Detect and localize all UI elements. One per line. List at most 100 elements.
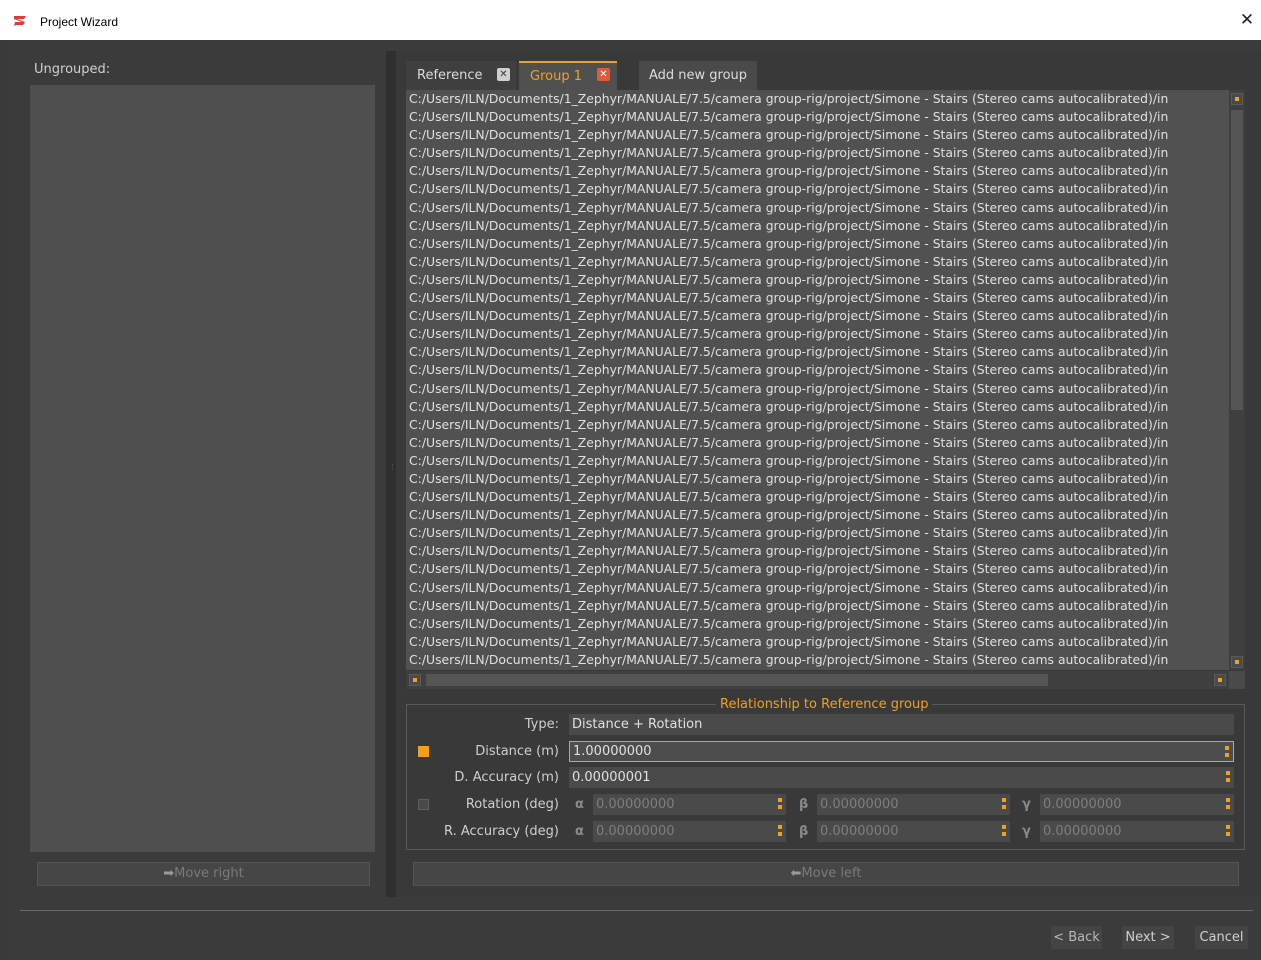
- file-list-row[interactable]: C:/Users/ILN/Documents/1_Zephyr/MANUALE/…: [406, 180, 1229, 198]
- alpha-label: α: [575, 797, 584, 812]
- splitter-grip-icon: ⋮⋮: [389, 464, 403, 483]
- d-accuracy-label: D. Accuracy (m): [454, 770, 559, 785]
- spinner-icon[interactable]: [1226, 825, 1230, 837]
- scroll-corner: [1229, 671, 1245, 689]
- spinner-icon[interactable]: [778, 825, 782, 837]
- file-list-row[interactable]: C:/Users/ILN/Documents/1_Zephyr/MANUALE/…: [406, 162, 1229, 180]
- file-list-row[interactable]: C:/Users/ILN/Documents/1_Zephyr/MANUALE/…: [406, 452, 1229, 470]
- r-accuracy-alpha-spinbox[interactable]: 0.00000000: [593, 821, 786, 842]
- close-window-button[interactable]: ✕: [1239, 10, 1255, 30]
- spinner-icon[interactable]: [1002, 798, 1006, 810]
- footer-separator: [20, 910, 1253, 911]
- cancel-button[interactable]: Cancel: [1195, 926, 1248, 949]
- file-list-row[interactable]: C:/Users/ILN/Documents/1_Zephyr/MANUALE/…: [406, 144, 1229, 162]
- file-list-row[interactable]: C:/Users/ILN/Documents/1_Zephyr/MANUALE/…: [406, 597, 1229, 615]
- file-list-row[interactable]: C:/Users/ILN/Documents/1_Zephyr/MANUALE/…: [406, 325, 1229, 343]
- file-list-row[interactable]: C:/Users/ILN/Documents/1_Zephyr/MANUALE/…: [406, 289, 1229, 307]
- rotation-beta-spinbox[interactable]: 0.00000000: [817, 794, 1010, 815]
- arrow-right-icon: ➡: [163, 866, 175, 881]
- rotation-label: Rotation (deg): [465, 797, 559, 812]
- scroll-down-icon[interactable]: [1231, 656, 1243, 668]
- distance-value: 1.00000000: [573, 744, 652, 759]
- d-accuracy-spinbox[interactable]: 0.00000001: [569, 767, 1234, 788]
- r-accuracy-gamma-value: 0.00000000: [1043, 824, 1122, 839]
- file-list-row[interactable]: C:/Users/ILN/Documents/1_Zephyr/MANUALE/…: [406, 199, 1229, 217]
- group-file-list[interactable]: C:/Users/ILN/Documents/1_Zephyr/MANUALE/…: [406, 90, 1229, 670]
- file-list-row[interactable]: C:/Users/ILN/Documents/1_Zephyr/MANUALE/…: [406, 434, 1229, 452]
- file-list-row[interactable]: C:/Users/ILN/Documents/1_Zephyr/MANUALE/…: [406, 398, 1229, 416]
- rotation-gamma-value: 0.00000000: [1043, 797, 1122, 812]
- file-list-row[interactable]: C:/Users/ILN/Documents/1_Zephyr/MANUALE/…: [406, 343, 1229, 361]
- file-list-row[interactable]: C:/Users/ILN/Documents/1_Zephyr/MANUALE/…: [406, 579, 1229, 597]
- vertical-scroll-thumb[interactable]: [1231, 110, 1243, 410]
- tab-reference-label: Reference: [417, 68, 483, 83]
- file-list-row[interactable]: C:/Users/ILN/Documents/1_Zephyr/MANUALE/…: [406, 633, 1229, 651]
- title-bar: Project Wizard ✕: [0, 0, 1261, 40]
- relationship-title: Relationship to Reference group: [716, 697, 933, 713]
- spinner-icon[interactable]: [1226, 798, 1230, 810]
- close-tab-icon[interactable]: ✕: [497, 68, 510, 81]
- file-list-row[interactable]: C:/Users/ILN/Documents/1_Zephyr/MANUALE/…: [406, 235, 1229, 253]
- file-list-row[interactable]: C:/Users/ILN/Documents/1_Zephyr/MANUALE/…: [406, 416, 1229, 434]
- file-list-row[interactable]: C:/Users/ILN/Documents/1_Zephyr/MANUALE/…: [406, 470, 1229, 488]
- tab-group-1[interactable]: Group 1 ✕: [519, 61, 617, 90]
- add-new-group-button[interactable]: Add new group: [639, 61, 757, 90]
- file-list-row[interactable]: C:/Users/ILN/Documents/1_Zephyr/MANUALE/…: [406, 542, 1229, 560]
- r-accuracy-beta-spinbox[interactable]: 0.00000000: [817, 821, 1010, 842]
- scroll-right-icon[interactable]: [1214, 674, 1226, 686]
- spinner-icon[interactable]: [778, 798, 782, 810]
- type-label: Type:: [524, 717, 559, 732]
- file-list-row[interactable]: C:/Users/ILN/Documents/1_Zephyr/MANUALE/…: [406, 217, 1229, 235]
- ungrouped-label: Ungrouped:: [34, 62, 111, 77]
- file-list-row[interactable]: C:/Users/ILN/Documents/1_Zephyr/MANUALE/…: [406, 271, 1229, 289]
- file-list-row[interactable]: C:/Users/ILN/Documents/1_Zephyr/MANUALE/…: [406, 90, 1229, 108]
- rotation-alpha-value: 0.00000000: [596, 797, 675, 812]
- file-list-horizontal-scrollbar[interactable]: [406, 671, 1229, 689]
- rotation-alpha-spinbox[interactable]: 0.00000000: [593, 794, 786, 815]
- file-list-row[interactable]: C:/Users/ILN/Documents/1_Zephyr/MANUALE/…: [406, 488, 1229, 506]
- distance-spinbox[interactable]: 1.00000000: [569, 741, 1234, 762]
- d-accuracy-value: 0.00000001: [572, 770, 651, 785]
- distance-label: Distance (m): [475, 744, 559, 759]
- gamma-label: γ: [1022, 797, 1031, 812]
- rotation-beta-value: 0.00000000: [820, 797, 899, 812]
- ungrouped-list[interactable]: [30, 85, 375, 852]
- spinner-icon[interactable]: [1225, 746, 1229, 758]
- scroll-left-icon[interactable]: [409, 674, 421, 686]
- arrow-left-icon: ⬅: [790, 866, 802, 881]
- file-list-row[interactable]: C:/Users/ILN/Documents/1_Zephyr/MANUALE/…: [406, 361, 1229, 379]
- beta-label: β: [799, 797, 809, 812]
- file-list-row[interactable]: C:/Users/ILN/Documents/1_Zephyr/MANUALE/…: [406, 524, 1229, 542]
- file-list-row[interactable]: C:/Users/ILN/Documents/1_Zephyr/MANUALE/…: [406, 126, 1229, 144]
- r-accuracy-beta-value: 0.00000000: [820, 824, 899, 839]
- scroll-up-icon[interactable]: [1231, 93, 1243, 105]
- file-list-row[interactable]: C:/Users/ILN/Documents/1_Zephyr/MANUALE/…: [406, 560, 1229, 578]
- close-tab-icon[interactable]: ✕: [597, 68, 610, 81]
- app-logo-icon: [14, 16, 26, 26]
- beta-label: β: [799, 824, 809, 839]
- file-list-row[interactable]: C:/Users/ILN/Documents/1_Zephyr/MANUALE/…: [406, 651, 1229, 669]
- spinner-icon[interactable]: [1226, 771, 1230, 783]
- back-button[interactable]: < Back: [1051, 926, 1102, 949]
- rotation-gamma-spinbox[interactable]: 0.00000000: [1040, 794, 1234, 815]
- alpha-label: α: [575, 824, 584, 839]
- window-title: Project Wizard: [40, 15, 119, 29]
- next-button[interactable]: Next >: [1122, 926, 1174, 949]
- file-list-row[interactable]: C:/Users/ILN/Documents/1_Zephyr/MANUALE/…: [406, 253, 1229, 271]
- add-new-group-label: Add new group: [648, 68, 748, 83]
- tab-reference[interactable]: Reference ✕: [406, 61, 516, 90]
- file-list-row[interactable]: C:/Users/ILN/Documents/1_Zephyr/MANUALE/…: [406, 307, 1229, 325]
- move-left-button[interactable]: ⬅Move left: [413, 862, 1239, 886]
- file-list-row[interactable]: C:/Users/ILN/Documents/1_Zephyr/MANUALE/…: [406, 506, 1229, 524]
- r-accuracy-gamma-spinbox[interactable]: 0.00000000: [1040, 821, 1234, 842]
- file-list-row[interactable]: C:/Users/ILN/Documents/1_Zephyr/MANUALE/…: [406, 615, 1229, 633]
- gamma-label: γ: [1022, 824, 1031, 839]
- move-right-label: Move right: [174, 866, 244, 881]
- spinner-icon[interactable]: [1002, 825, 1006, 837]
- horizontal-scroll-thumb[interactable]: [426, 674, 1048, 686]
- file-list-row[interactable]: C:/Users/ILN/Documents/1_Zephyr/MANUALE/…: [406, 108, 1229, 126]
- type-select[interactable]: Distance + Rotation: [569, 714, 1234, 735]
- file-list-vertical-scrollbar[interactable]: [1229, 90, 1245, 670]
- file-list-row[interactable]: C:/Users/ILN/Documents/1_Zephyr/MANUALE/…: [406, 380, 1229, 398]
- move-right-button[interactable]: ➡Move right: [37, 862, 370, 886]
